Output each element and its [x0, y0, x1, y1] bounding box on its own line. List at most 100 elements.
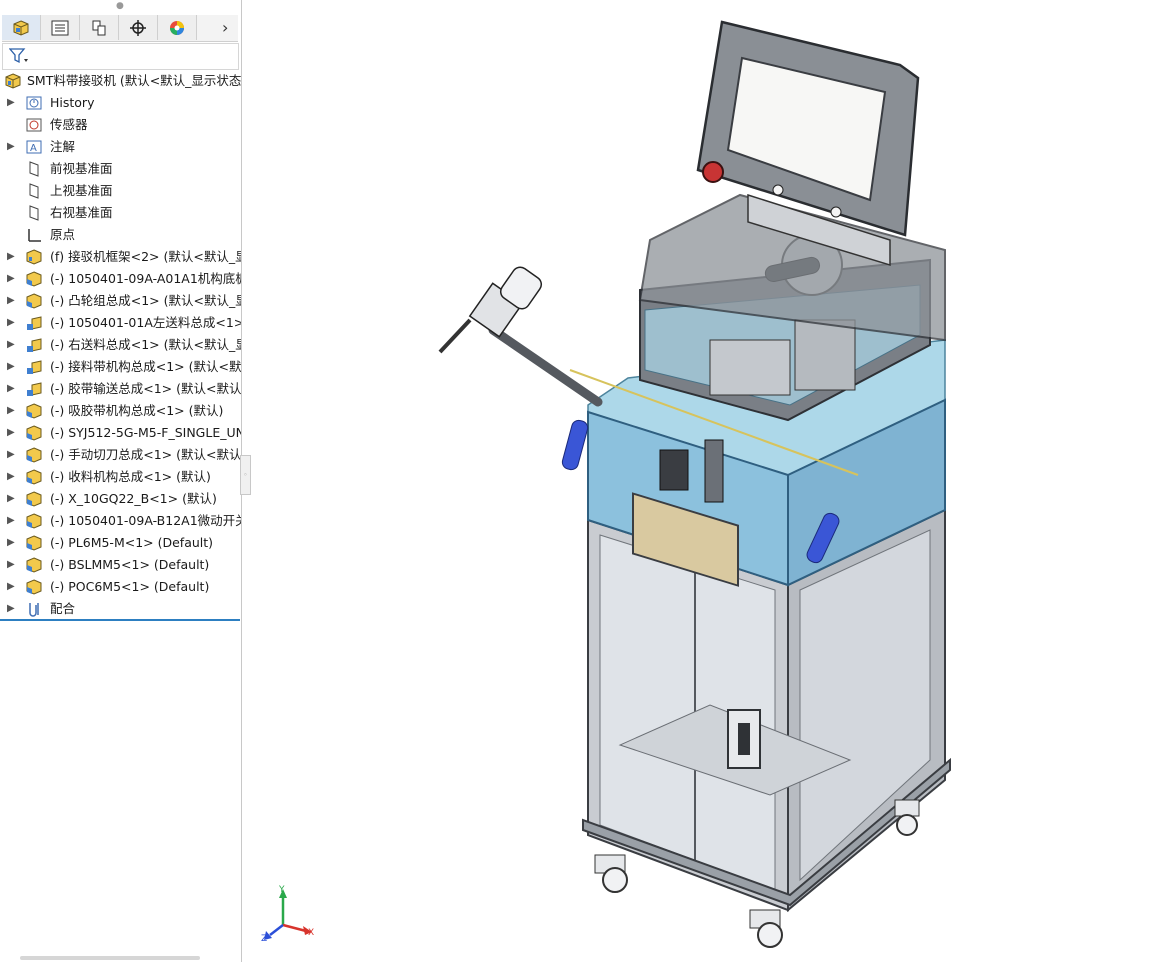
subassembly-edit-icon [27, 316, 42, 330]
expand-arrow-icon[interactable]: ▶ [7, 268, 15, 290]
tree-item-label: (-) 吸胶带机构总成<1> (默认) [50, 403, 224, 418]
plane-icon [29, 183, 39, 199]
tree-item[interactable]: ▶ (-) 胶带输送总成<1> (默认<默认_显 [0, 378, 241, 400]
emergency-stop-button [702, 161, 724, 183]
property-list-icon [51, 20, 69, 35]
tree-item[interactable]: ▶ (-) 收料机构总成<1> (默认) [0, 466, 241, 488]
panel-grip-dot[interactable]: ● [116, 1, 124, 11]
tree-item[interactable]: ▶ (-) 1050401-09A-A01A1机构底板< [0, 268, 241, 290]
subassembly-icon [26, 513, 42, 529]
expand-arrow-icon[interactable]: ▶ [7, 598, 15, 620]
tree-item[interactable]: 原点 [0, 224, 241, 246]
expand-arrow-icon[interactable]: ▶ [7, 400, 15, 422]
plane-icon [29, 161, 39, 177]
subassembly-icon [26, 447, 42, 463]
expand-arrow-icon[interactable]: ▶ [7, 334, 15, 356]
tree-item-label: History [50, 95, 95, 110]
tree-item-label: 上视基准面 [50, 183, 113, 198]
tree-item[interactable]: ▶ (-) SYJ512-5G-M5-F_SINGLE_UNIT [0, 422, 241, 444]
expand-arrow-icon[interactable]: ▶ [7, 444, 15, 466]
tree-item-label: (-) 右送料总成<1> (默认<默认_显示 [50, 337, 241, 352]
tree-item[interactable]: ▶ (-) 1050401-09A-B12A1微动开关固 [0, 510, 241, 532]
tree-item-label: 注解 [50, 139, 76, 154]
tree-item[interactable]: ▶ (-) 接料带机构总成<1> (默认<默认_ [0, 356, 241, 378]
manager-tab-bar: › [2, 15, 238, 42]
axis-x-label: X [308, 928, 315, 938]
tree-item[interactable]: ▶ (-) 手动切刀总成<1> (默认<默认_显 [0, 444, 241, 466]
tree-item-label: (f) 接驳机框架<2> (默认<默认_显示 [50, 249, 241, 264]
tree-item-label: (-) 1050401-09A-A01A1机构底板< [50, 271, 241, 286]
tree-item[interactable]: ▶ (-) 凸轮组总成<1> (默认<默认_显示 [0, 290, 241, 312]
tree-item[interactable]: ▶ (-) BSLMM5<1> (Default) [0, 554, 241, 576]
expand-arrow-icon[interactable]: ▶ [7, 378, 15, 400]
tree-filter-bar[interactable] [2, 43, 239, 70]
tree-item-label: (-) PL6M5-M<1> (Default) [50, 535, 214, 550]
tree-item-label: (-) 接料带机构总成<1> (默认<默认_ [50, 359, 241, 374]
expand-arrow-icon[interactable]: ▶ [7, 488, 15, 510]
graphics-viewport[interactable]: Y X Z [250, 0, 1149, 962]
expand-arrow-icon[interactable]: ▶ [7, 246, 15, 268]
tree-item[interactable]: 传感器 [0, 114, 241, 136]
more-tabs-chevron-icon[interactable]: › [222, 18, 228, 37]
tree-item-label: (-) 凸轮组总成<1> (默认<默认_显示 [50, 293, 241, 308]
subassembly-icon [26, 491, 42, 507]
expand-arrow-icon[interactable]: ▶ [7, 136, 15, 158]
tree-item[interactable]: ▶ (f) 接驳机框架<2> (默认<默认_显示 [0, 246, 241, 268]
tree-item[interactable]: ▶ (-) PL6M5-M<1> (Default) [0, 532, 241, 554]
tree-item-label: (-) 1050401-01A左送料总成<1> (默 [50, 315, 241, 330]
axis-y-label: Y [279, 885, 285, 895]
tree-items: ▶ History 传感器 ▶ A 注解 前视基准面上视基准面右视基准面原点 ▶ (f) 接驳机… [0, 92, 241, 620]
tree-item[interactable]: ▶ (-) X_10GQ22_B<1> (默认) [0, 488, 241, 510]
expand-arrow-icon[interactable]: ▶ [7, 290, 15, 312]
expand-arrow-icon[interactable]: ▶ [7, 422, 15, 444]
expand-arrow-icon[interactable]: ▶ [7, 576, 15, 598]
tab-display-manager[interactable] [158, 15, 197, 40]
expand-arrow-icon[interactable]: ▶ [7, 312, 15, 334]
subassembly-icon [26, 425, 42, 441]
caster-front-left [594, 854, 628, 893]
axis-triad [264, 889, 312, 940]
air-gun-tool [438, 266, 603, 407]
tree-item[interactable]: ▶ (-) 1050401-01A左送料总成<1> (默 [0, 312, 241, 334]
tab-feature-manager[interactable] [2, 15, 41, 40]
tree-item[interactable]: ▶ History [0, 92, 241, 114]
tab-dimxpert-manager[interactable] [119, 15, 158, 40]
pneumatic-fitting-left [561, 419, 589, 471]
feature-tree: SMT料带接驳机 (默认<默认_显示状态- ▶ History 传感器 ▶ A 注解 前视基… [0, 70, 241, 620]
horizontal-scrollbar[interactable] [20, 956, 200, 960]
tree-item-label: 原点 [50, 227, 76, 242]
expand-arrow-icon[interactable]: ▶ [7, 466, 15, 488]
tab-property-manager[interactable] [41, 15, 80, 40]
assembly-cube-icon [13, 19, 29, 36]
tree-item-label: (-) 收料机构总成<1> (默认) [50, 469, 211, 484]
tree-item[interactable]: ▶ (-) 吸胶带机构总成<1> (默认) [0, 400, 241, 422]
smt-splicing-machine-model[interactable] [250, 0, 1149, 962]
tree-item[interactable]: 上视基准面 [0, 180, 241, 202]
tree-item[interactable]: 前视基准面 [0, 158, 241, 180]
subassembly-edit-icon [27, 360, 42, 374]
expand-arrow-icon[interactable]: ▶ [7, 532, 15, 554]
tab-configuration-manager[interactable] [80, 15, 119, 40]
expand-arrow-icon[interactable]: ▶ [7, 356, 15, 378]
tree-item[interactable]: ▶ 配合 [0, 598, 241, 620]
tree-root-assembly[interactable]: SMT料带接驳机 (默认<默认_显示状态- [0, 70, 241, 92]
assembly-icon [26, 249, 42, 265]
tree-end-marker [0, 619, 240, 621]
sensor-icon [26, 118, 42, 132]
tree-item[interactable]: ▶ A 注解 [0, 136, 241, 158]
origin-icon [28, 229, 41, 242]
subassembly-icon [26, 579, 42, 595]
expand-arrow-icon[interactable]: ▶ [7, 92, 15, 114]
filter-icon[interactable] [9, 48, 29, 64]
tree-item-label: (-) BSLMM5<1> (Default) [50, 557, 210, 572]
subassembly-icon [26, 293, 42, 309]
subassembly-edit-icon [27, 338, 42, 352]
tree-item[interactable]: ▶ (-) 右送料总成<1> (默认<默认_显示 [0, 334, 241, 356]
expand-arrow-icon[interactable]: ▶ [7, 554, 15, 576]
tree-item-label: (-) SYJ512-5G-M5-F_SINGLE_UNIT [50, 425, 241, 440]
tree-item[interactable]: 右视基准面 [0, 202, 241, 224]
plane-icon [29, 205, 39, 221]
expand-arrow-icon[interactable]: ▶ [7, 510, 15, 532]
tree-item[interactable]: ▶ (-) POC6M5<1> (Default) [0, 576, 241, 598]
mates-icon [29, 603, 39, 617]
